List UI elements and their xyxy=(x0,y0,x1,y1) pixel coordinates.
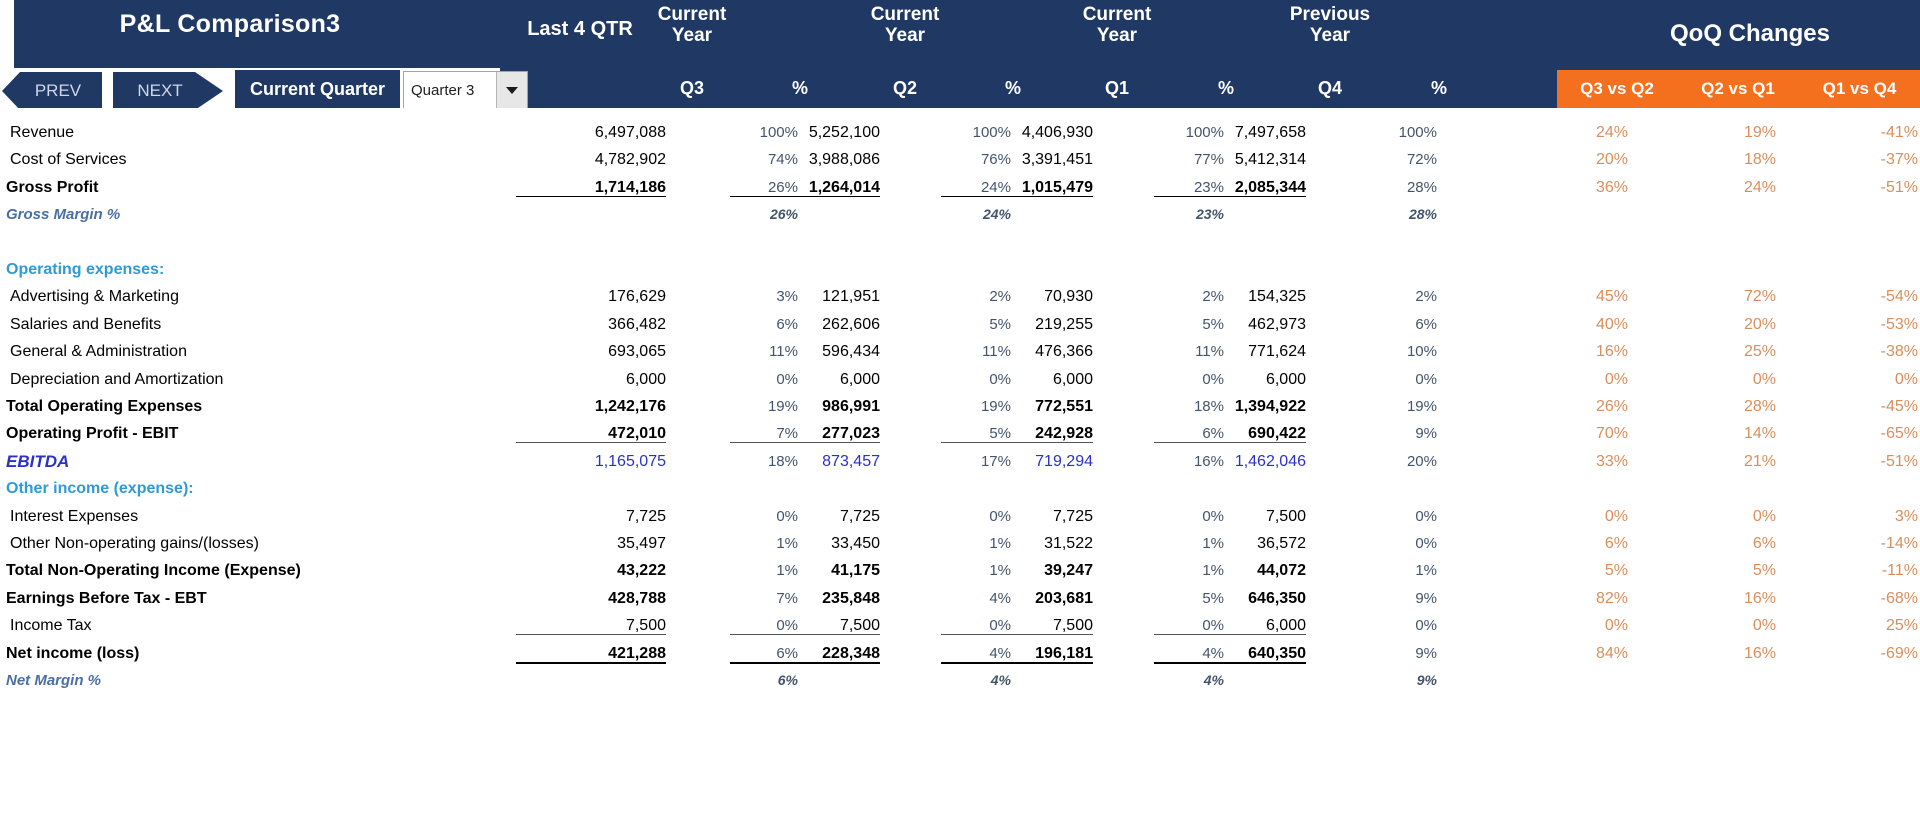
subtotal-rule xyxy=(941,634,1093,636)
title-banner: P&L Comparison3 Last 4 QTR Current Year … xyxy=(0,0,1920,68)
group-header-q1: Current Year xyxy=(1057,4,1177,46)
subtotal-rule xyxy=(730,634,880,636)
subtotal-rule xyxy=(730,195,880,197)
banner-notch xyxy=(0,0,14,68)
qoq-changes-title: QoQ Changes xyxy=(1669,20,1831,47)
pl-table: Revenue 6,497,088 100% 5,252,100 100% 4,406,9… xyxy=(0,108,1920,839)
subtotal-rule xyxy=(941,661,1093,664)
table-row: Net Margin % 6% 4% 4% 9% xyxy=(0,664,1920,697)
quarter-select[interactable]: Quarter 3 xyxy=(403,71,528,109)
last-4-qtr-label: Last 4 QTR xyxy=(527,18,633,40)
group-header-q2-line1: Current xyxy=(870,4,940,25)
group-header-q3-line2: Year xyxy=(671,25,713,46)
subtotal-rule xyxy=(1154,661,1306,664)
subtotal-rule xyxy=(1154,442,1306,444)
subtotal-rule xyxy=(516,634,666,636)
group-header-q3: Current Year xyxy=(632,4,752,46)
subtotal-rule xyxy=(516,442,666,444)
col-header-q3: Q3 xyxy=(679,78,704,98)
col-header-q4: Q4 xyxy=(1317,78,1342,98)
subtotal-rule xyxy=(1154,195,1306,197)
subtotal-rule xyxy=(730,661,880,664)
group-header-q4-line1: Previous xyxy=(1289,4,1371,25)
subtotal-rule xyxy=(941,195,1093,197)
col-header-q2-pct: % xyxy=(1004,78,1021,98)
current-quarter-label: Current Quarter xyxy=(235,70,400,108)
group-header-q1-line1: Current xyxy=(1082,4,1152,25)
chevron-down-icon[interactable] xyxy=(496,72,527,108)
group-header-q1-line2: Year xyxy=(1096,25,1138,46)
group-header-q4: Previous Year xyxy=(1270,4,1390,46)
cell-q1-percent: 4% xyxy=(1203,672,1224,688)
prev-button[interactable]: PREV xyxy=(2,72,102,110)
subtotal-rule xyxy=(1154,634,1306,636)
subtotal-rule xyxy=(516,661,666,664)
page-title: P&L Comparison3 xyxy=(119,10,341,38)
cell-q3-percent: 6% xyxy=(777,672,798,688)
row-label: Net Margin % xyxy=(6,672,102,689)
col-header-q2: Q2 xyxy=(892,78,917,98)
col-header-q1-pct: % xyxy=(1217,78,1234,98)
group-header-q2-line2: Year xyxy=(884,25,926,46)
group-header-q2: Current Year xyxy=(845,4,965,46)
subtotal-rule xyxy=(516,195,666,197)
group-header-q4-line2: Year xyxy=(1309,25,1351,46)
col-header-q3-vs-q2: Q3 vs Q2 xyxy=(1557,70,1677,108)
col-header-q4-pct: % xyxy=(1430,78,1447,98)
quarter-select-value[interactable]: Quarter 3 xyxy=(404,72,496,108)
cell-q4-percent: 9% xyxy=(1416,672,1437,688)
col-header-q3-pct: % xyxy=(791,78,808,98)
group-header-q3-line1: Current xyxy=(657,4,727,25)
col-header-q1: Q1 xyxy=(1104,78,1129,98)
col-header-q1-vs-q4: Q1 vs Q4 xyxy=(1799,70,1920,108)
cell-q2-percent: 4% xyxy=(990,672,1011,688)
subtotal-rule xyxy=(941,442,1093,444)
col-header-q2-vs-q1: Q2 vs Q1 xyxy=(1677,70,1799,108)
subtotal-rule xyxy=(730,442,880,444)
